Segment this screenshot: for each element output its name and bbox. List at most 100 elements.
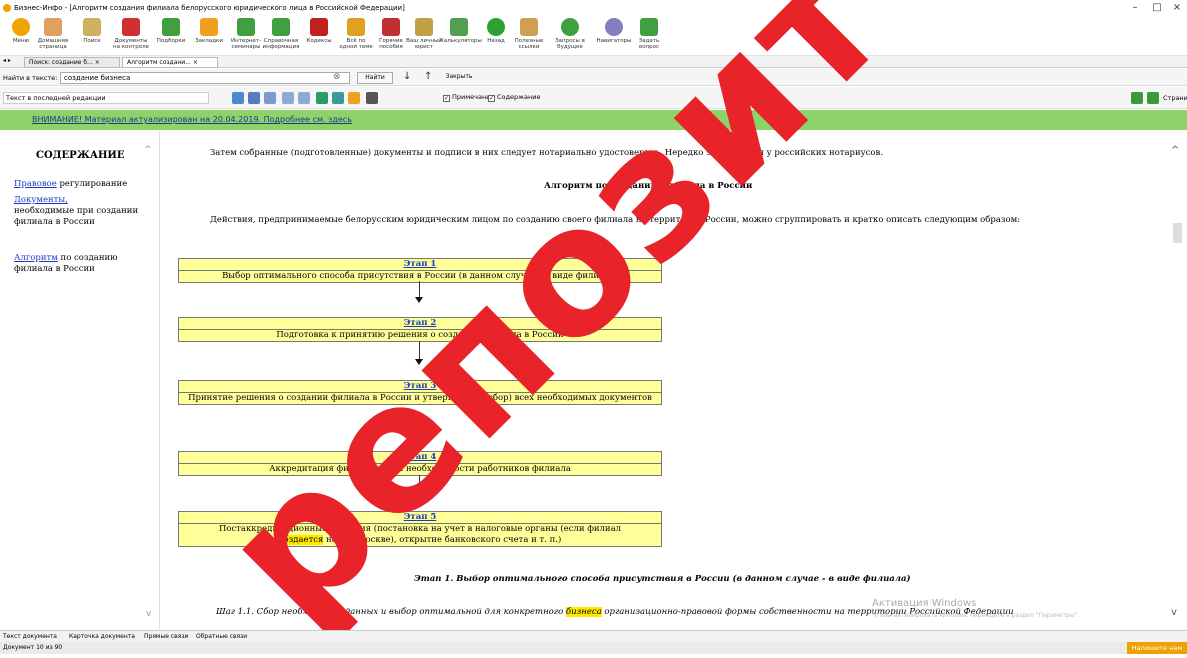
binoculars-icon[interactable] — [366, 92, 378, 104]
arrow-up-icon[interactable]: ↑ — [424, 71, 432, 82]
maximize-button[interactable]: □ — [1147, 0, 1167, 16]
minimize-button[interactable]: – — [1125, 0, 1145, 16]
toolbar-button-label: Горячие пособия — [379, 38, 403, 50]
toolbar-button-10[interactable]: Всё по одной теме — [337, 18, 375, 50]
notes-checkbox[interactable]: ✓ Примечания — [443, 93, 494, 102]
zoom-out-icon[interactable] — [298, 92, 310, 104]
contents-item-legal[interactable]: Правовое регулирование — [14, 179, 149, 190]
toolbar-button-label: Закладки — [195, 38, 223, 44]
tab-algorithm-label: Алгоритм создани... — [127, 59, 191, 66]
stage-title-link[interactable]: Этап 1 — [179, 259, 661, 271]
toolbar-button-label: Назад — [487, 38, 505, 44]
lawyer-icon — [415, 18, 433, 36]
comment-icon[interactable] — [348, 92, 360, 104]
codes-icon — [310, 18, 328, 36]
tab-reverse-links[interactable]: Обратные связи — [196, 631, 247, 642]
links-icon — [520, 18, 538, 36]
webinar-icon — [237, 18, 255, 36]
toolbar-button-4[interactable]: Документы на контроле — [112, 18, 150, 50]
arrow-down-icon — [415, 493, 423, 499]
toolbar-button-2[interactable]: Домашняя страница — [34, 18, 72, 50]
stage-text: не в г. Москве), открытие банковского сч… — [323, 535, 562, 545]
print-icon[interactable] — [248, 92, 260, 104]
stage-title-link[interactable]: Этап 3 — [179, 381, 661, 393]
toolbar-button-3[interactable]: Поиск — [73, 18, 111, 44]
close-button[interactable]: × — [1167, 0, 1187, 16]
close-find-button[interactable]: Закрыть — [443, 72, 475, 84]
stage-box: Этап 3 Принятие решения о создании филиа… — [178, 380, 662, 405]
documents-control-icon — [122, 18, 140, 36]
search-highlight: бизнеса — [565, 607, 602, 617]
stage-title-link[interactable]: Этап 5 — [179, 512, 661, 524]
write-us-button[interactable]: Напишите нам — [1127, 642, 1187, 654]
find-button[interactable]: Найти — [357, 72, 393, 84]
page-label[interactable]: Страница — [1163, 94, 1187, 102]
contents-sidebar: СОДЕРЖАНИЕ ^ Правовое регулирование Доку… — [0, 131, 160, 629]
toolbar-button-9[interactable]: Кодексы — [300, 18, 338, 44]
history-icon[interactable] — [332, 92, 344, 104]
toolbar-button-18[interactable]: Задать вопрос — [630, 18, 668, 50]
toolbar-button-8[interactable]: Справочная информация — [262, 18, 300, 50]
copy-icon[interactable] — [316, 92, 328, 104]
find-input[interactable]: создание бизнеса — [60, 72, 350, 84]
topic-icon — [347, 18, 365, 36]
stage-title-link[interactable]: Этап 2 — [179, 318, 661, 330]
zoom-in-icon[interactable] — [282, 92, 294, 104]
attach-icon[interactable] — [264, 92, 276, 104]
contents-link[interactable]: Документы, — [14, 195, 68, 205]
toolbar-button-13[interactable]: Калькуляторы — [440, 18, 482, 44]
contents-link[interactable]: Правовое — [14, 179, 57, 189]
arrow-down-icon[interactable]: ↓ — [403, 71, 411, 82]
tab-direct-links[interactable]: Прямые связи — [144, 631, 188, 642]
prev-page-icon[interactable] — [1131, 92, 1143, 104]
next-page-icon[interactable] — [1147, 92, 1159, 104]
search-highlight: создается — [278, 535, 324, 545]
content-label: Содержание — [497, 93, 541, 101]
edition-select[interactable]: Текст в последней редакции — [3, 92, 209, 104]
contents-link[interactable]: Алгоритм — [14, 253, 58, 263]
activation-title: Активация Windows — [872, 598, 977, 609]
chevron-down-icon[interactable]: v — [1171, 607, 1177, 618]
tab-close-icon[interactable]: × — [95, 59, 100, 66]
clear-icon[interactable]: ⊗ — [333, 72, 341, 82]
update-warning-link[interactable]: ВНИМАНИЕ! Материал актуализирован на 20.… — [32, 110, 352, 130]
stage-box: Этап 4 Аккредитация филиала и при необхо… — [178, 451, 662, 476]
toolbar-button-5[interactable]: Подборки — [152, 18, 190, 44]
globe-icon[interactable] — [232, 92, 244, 104]
tab-document-card[interactable]: Карточка документа — [69, 631, 135, 642]
collections-icon — [162, 18, 180, 36]
tab-close-icon[interactable]: × — [193, 59, 198, 66]
tab-algorithm[interactable]: Алгоритм создани... × — [122, 57, 218, 68]
toolbar-button-label: Интернет-семинары — [231, 38, 261, 50]
reference-icon — [272, 18, 290, 36]
toolbar-button-17[interactable]: Навигаторы — [595, 18, 633, 44]
toolbar-button-label: Подборки — [156, 38, 186, 44]
find-label: Найти в тексте: — [3, 74, 58, 82]
chevron-down-icon[interactable]: v — [146, 609, 151, 619]
toolbar-button-7[interactable]: Интернет-семинары — [227, 18, 265, 50]
toolbar-button-label: Кодексы — [306, 38, 332, 44]
back-icon — [487, 18, 505, 36]
contents-item-documents[interactable]: Документы, необходимые при создании филиа… — [14, 195, 149, 228]
tab-search-label: Поиск: создание б... — [29, 59, 93, 66]
content-scrollbar[interactable]: ^ v — [1163, 131, 1187, 629]
toolbar-button-6[interactable]: Закладки — [190, 18, 228, 44]
content-checkbox[interactable]: ✓ Содержание — [488, 93, 540, 102]
toolbar-button-16[interactable]: Запросы в будущее — [551, 18, 589, 50]
scrollbar-thumb[interactable] — [1173, 223, 1182, 243]
activation-text: Чтобы активировать Windows, перейдите в … — [872, 612, 1080, 619]
tabs-nav-icon[interactable]: ◂ ▸ — [3, 57, 11, 64]
future-requests-icon — [561, 18, 579, 36]
chevron-up-icon[interactable]: ^ — [1171, 145, 1179, 156]
stage-title-link[interactable]: Этап 4 — [179, 452, 661, 464]
toolbar-button-15[interactable]: Полезные ссылки — [510, 18, 548, 50]
toolbar-button-12[interactable]: Ваш личный юрист — [405, 18, 443, 50]
document-content: Затем собранные (подготовленные) докумен… — [170, 131, 1163, 629]
chevron-up-icon[interactable]: ^ — [144, 145, 152, 155]
tab-search[interactable]: Поиск: создание б... × — [24, 57, 120, 68]
contents-heading: СОДЕРЖАНИЕ — [36, 150, 125, 161]
contents-item-algorithm[interactable]: Алгоритм по созданию филиала в России — [14, 253, 149, 275]
tab-document-text[interactable]: Текст документа — [3, 631, 57, 642]
calculator-icon — [450, 18, 468, 36]
contents-item-text: регулирование — [56, 179, 128, 189]
